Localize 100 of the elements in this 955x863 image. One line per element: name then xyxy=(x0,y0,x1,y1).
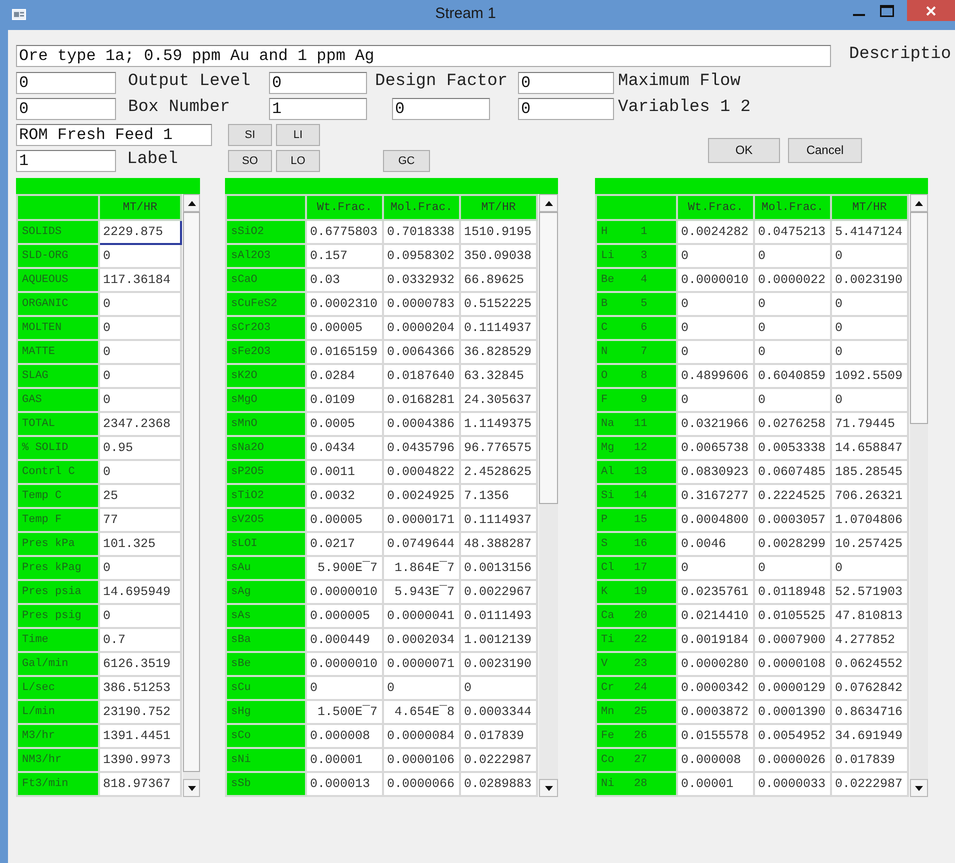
table-cell[interactable]: 0 xyxy=(677,244,754,268)
table-cell[interactable]: 0.0002034 xyxy=(383,628,460,652)
table-cell[interactable]: 36.828529 xyxy=(460,340,537,364)
table-cell[interactable]: 0.0024282 xyxy=(677,220,754,244)
table-cell[interactable]: 0.7 xyxy=(99,628,181,652)
table-cell[interactable]: 0.95 xyxy=(99,436,181,460)
table-cell[interactable]: 0.0000171 xyxy=(383,508,460,532)
scroll-thumb[interactable] xyxy=(910,212,928,424)
table-cell[interactable]: 0.0000041 xyxy=(383,604,460,628)
input-field[interactable]: 0 xyxy=(16,72,116,94)
table-cell[interactable]: 0.03 xyxy=(306,268,383,292)
table-cell[interactable]: 0.0005 xyxy=(306,412,383,436)
table-cell[interactable]: 10.257425 xyxy=(831,532,908,556)
table-cell[interactable]: 0.0830923 xyxy=(677,460,754,484)
table-cell[interactable]: 0.1114937 xyxy=(460,508,537,532)
table-cell[interactable]: 0 xyxy=(99,340,181,364)
description-field[interactable]: Ore type 1a; 0.59 ppm Au and 1 ppm Ag xyxy=(16,45,831,67)
table-cell[interactable]: 0.0607485 xyxy=(754,460,831,484)
table-cell[interactable]: 0.00005 xyxy=(306,316,383,340)
table-cell[interactable]: 0 xyxy=(831,340,908,364)
table-cell[interactable]: 0 xyxy=(831,388,908,412)
table-cell[interactable]: 0.0217 xyxy=(306,532,383,556)
table-cell[interactable]: 0.0000084 xyxy=(383,724,460,748)
table-cell[interactable]: 1510.9195 xyxy=(460,220,537,244)
table-cell[interactable]: 0.0000026 xyxy=(754,748,831,772)
table-cell[interactable]: 0.017839 xyxy=(831,748,908,772)
table-cell[interactable]: 0.00001 xyxy=(677,772,754,796)
table-cell[interactable]: 0.0000066 xyxy=(383,772,460,796)
table-cell[interactable]: 23190.752 xyxy=(99,700,181,724)
table-cell[interactable]: 0.0155578 xyxy=(677,724,754,748)
table-cell[interactable]: 0.017839 xyxy=(460,724,537,748)
label-field[interactable]: 1 xyxy=(16,150,116,172)
table-cell[interactable]: 0.0332932 xyxy=(383,268,460,292)
table-cell[interactable]: 1390.9973 xyxy=(99,748,181,772)
input-field[interactable]: 1 xyxy=(269,98,367,120)
table-cell[interactable]: 0.0000108 xyxy=(754,652,831,676)
table-cell[interactable]: 0.1114937 xyxy=(460,316,537,340)
table-cell[interactable]: 0.6040859 xyxy=(754,364,831,388)
table-cell[interactable]: 0 xyxy=(99,292,181,316)
table-cell[interactable]: 0 xyxy=(831,556,908,580)
table-cell[interactable]: 0.0001390 xyxy=(754,700,831,724)
table-cell[interactable]: 0 xyxy=(677,292,754,316)
table-cell[interactable]: 0.0321966 xyxy=(677,412,754,436)
table-cell[interactable]: 0.0109 xyxy=(306,388,383,412)
scroll-up-button[interactable] xyxy=(910,194,928,212)
table-cell[interactable]: 101.325 xyxy=(99,532,181,556)
scroll-thumb[interactable] xyxy=(539,212,558,504)
table-cell[interactable]: 2.4528625 xyxy=(460,460,537,484)
table-cell[interactable]: 0 xyxy=(831,316,908,340)
table-cell[interactable]: 0.0003344 xyxy=(460,700,537,724)
close-button[interactable] xyxy=(907,0,955,21)
scroll-down-button[interactable] xyxy=(910,779,928,797)
table-cell[interactable]: 0 xyxy=(754,292,831,316)
table-cell[interactable]: 1092.5509 xyxy=(831,364,908,388)
table-cell[interactable]: 0.0111493 xyxy=(460,604,537,628)
table-cell[interactable]: 386.51253 xyxy=(99,676,181,700)
table-cell[interactable]: 0 xyxy=(831,292,908,316)
table-cell[interactable]: 96.776575 xyxy=(460,436,537,460)
table-cell[interactable]: 0.0004822 xyxy=(383,460,460,484)
table-cell[interactable]: 1.500E¯7 xyxy=(306,700,383,724)
table-cell[interactable]: 52.571903 xyxy=(831,580,908,604)
table-cell[interactable]: 0.0235761 xyxy=(677,580,754,604)
scrollbar[interactable] xyxy=(909,194,928,797)
scroll-up-button[interactable] xyxy=(539,194,558,212)
table-cell[interactable]: 0.000008 xyxy=(306,724,383,748)
input-field[interactable]: 0 xyxy=(518,98,614,120)
table-cell[interactable]: 0.0000342 xyxy=(677,676,754,700)
table-cell[interactable]: 0 xyxy=(99,556,181,580)
table-cell[interactable]: 0.000008 xyxy=(677,748,754,772)
table-cell[interactable]: 0.00005 xyxy=(306,508,383,532)
table-cell[interactable]: 0 xyxy=(677,340,754,364)
table-cell[interactable]: 0.0023190 xyxy=(831,268,908,292)
table-cell[interactable]: 0.000013 xyxy=(306,772,383,796)
action-button[interactable]: LI xyxy=(276,124,320,146)
table-cell[interactable]: 0.0003057 xyxy=(754,508,831,532)
table-cell[interactable]: 0.0187640 xyxy=(383,364,460,388)
table-cell[interactable]: 0 xyxy=(831,244,908,268)
table-cell[interactable]: 14.695949 xyxy=(99,580,181,604)
table-cell[interactable]: 0.0284 xyxy=(306,364,383,388)
table-cell[interactable]: 6126.3519 xyxy=(99,652,181,676)
table-cell[interactable]: 0.00001 xyxy=(306,748,383,772)
name-field[interactable]: ROM Fresh Feed 1 xyxy=(16,124,212,146)
table-cell[interactable]: 117.36184 xyxy=(99,268,181,292)
table-cell[interactable]: 0.5152225 xyxy=(460,292,537,316)
table-cell[interactable]: 0 xyxy=(754,316,831,340)
table-cell[interactable]: 0.0222987 xyxy=(460,748,537,772)
table-cell[interactable]: 4.277852 xyxy=(831,628,908,652)
table-cell[interactable]: 34.691949 xyxy=(831,724,908,748)
table-cell[interactable]: 0.0958302 xyxy=(383,244,460,268)
table-cell[interactable]: 0.157 xyxy=(306,244,383,268)
table-cell[interactable]: 0.0004800 xyxy=(677,508,754,532)
table-cell[interactable]: 0.0054952 xyxy=(754,724,831,748)
table-cell[interactable]: 0.0013156 xyxy=(460,556,537,580)
table-cell[interactable]: 0.0276258 xyxy=(754,412,831,436)
table-cell[interactable]: 0 xyxy=(754,556,831,580)
table-cell[interactable]: 77 xyxy=(99,508,181,532)
table-cell[interactable]: 0 xyxy=(677,316,754,340)
table-cell[interactable]: 1.0704806 xyxy=(831,508,908,532)
table-cell[interactable]: 0 xyxy=(383,676,460,700)
table-cell[interactable]: 0 xyxy=(754,388,831,412)
